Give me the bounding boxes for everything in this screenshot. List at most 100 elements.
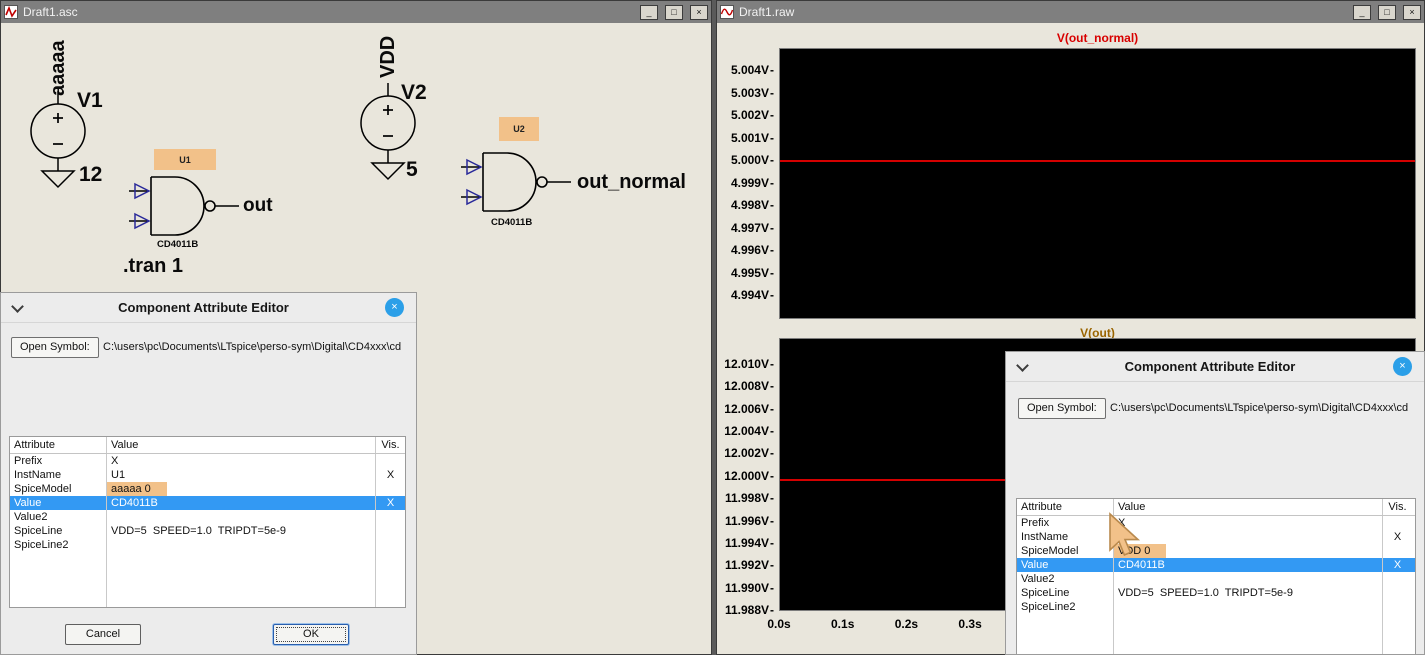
- attr-name: SpiceLine: [10, 524, 107, 538]
- attr-vis: X: [1393, 559, 1402, 571]
- table-row-value2[interactable]: Value2: [1017, 572, 1415, 586]
- attr-value-highlighted: aaaaa 0: [107, 482, 167, 496]
- attr-value: U1: [107, 468, 376, 482]
- waveform-titlebar[interactable]: Draft1.raw _ □ ×: [717, 1, 1424, 23]
- window-title: Draft1.asc: [23, 5, 78, 19]
- symbol-path: C:\users\pc\Documents\LTspice\perso-sym\…: [103, 341, 402, 353]
- attr-value: CD4011B: [107, 496, 376, 510]
- v2-value-label[interactable]: 5: [406, 158, 418, 182]
- attr-vis: [376, 538, 405, 552]
- dialog-close-button[interactable]: ×: [385, 298, 404, 317]
- u1-model-label[interactable]: CD4011B: [157, 239, 198, 250]
- out-normal-net-label[interactable]: out_normal: [577, 171, 686, 194]
- v1-net-label[interactable]: aaaaa: [47, 40, 70, 96]
- u2-designator: U2: [513, 124, 525, 134]
- y-tick: 5.002V: [731, 109, 774, 121]
- y-tick: 5.003V: [731, 87, 774, 99]
- attr-name: Value: [10, 496, 107, 510]
- open-symbol-button[interactable]: Open Symbol:: [1018, 398, 1106, 419]
- waveform-plot-pane1[interactable]: [779, 48, 1416, 319]
- waveform-close-button[interactable]: ×: [1403, 4, 1421, 20]
- schematic-maximize-button[interactable]: □: [665, 4, 683, 20]
- out-net-label[interactable]: out: [243, 195, 273, 217]
- column-header-vis: Vis.: [1388, 501, 1407, 513]
- dialog-titlebar[interactable]: Component Attribute Editor ×: [1006, 352, 1424, 382]
- schematic-close-button[interactable]: ×: [690, 4, 708, 20]
- u2-designator-box[interactable]: U2: [499, 117, 539, 141]
- attr-vis: [1383, 600, 1412, 614]
- attr-vis: [376, 454, 405, 468]
- schematic-titlebar[interactable]: Draft1.asc _ □ ×: [1, 1, 711, 23]
- table-row-prefix[interactable]: Prefix X: [1017, 516, 1415, 530]
- inversion-bubble-icon: [204, 200, 216, 212]
- nand-gate-u2[interactable]: [461, 145, 573, 220]
- attr-value: X: [1114, 516, 1383, 530]
- waveform-maximize-button[interactable]: □: [1378, 4, 1396, 20]
- y-tick: 11.996V: [725, 515, 774, 527]
- attr-value: [107, 510, 376, 524]
- y-tick: 12.002V: [724, 447, 774, 459]
- schematic-minimize-button[interactable]: _: [640, 4, 658, 20]
- table-row-spicemodel[interactable]: SpiceModel aaaaa 0: [10, 482, 405, 496]
- u1-designator: U1: [179, 154, 191, 165]
- y-tick: 5.001V: [731, 132, 774, 144]
- table-row-spiceline[interactable]: SpiceLine VDD=5 SPEED=1.0 TRIPDT=5e-9: [1017, 586, 1415, 600]
- attribute-table: Attribute Value Vis. Prefix X InstName U…: [1016, 498, 1416, 654]
- table-row-empty: [1017, 628, 1415, 642]
- dialog-titlebar[interactable]: Component Attribute Editor ×: [1, 293, 416, 323]
- ok-button[interactable]: OK: [273, 624, 349, 645]
- attribute-editor-dialog-u2: Component Attribute Editor × Open Symbol…: [1005, 351, 1425, 655]
- y-tick: 4.994V: [731, 289, 774, 301]
- window-title: Draft1.raw: [739, 5, 795, 19]
- v2-net-label[interactable]: VDD: [377, 36, 400, 78]
- table-row-instname[interactable]: InstName U2 X: [1017, 530, 1415, 544]
- attr-value: VDD=5 SPEED=1.0 TRIPDT=5e-9: [107, 524, 376, 538]
- voltage-source-icon: [30, 103, 86, 159]
- table-row-value2[interactable]: Value2: [10, 510, 405, 524]
- attr-value: [107, 538, 376, 552]
- y-tick: 5.000V: [731, 154, 774, 166]
- attr-value: U2: [1114, 530, 1383, 544]
- table-row-prefix[interactable]: Prefix X: [10, 454, 405, 468]
- column-header-attribute: Attribute: [10, 437, 107, 453]
- table-row-value-selected[interactable]: Value CD4011B X: [10, 496, 405, 510]
- table-row-empty: [10, 594, 405, 607]
- table-row-spicemodel[interactable]: SpiceModel VDD 0: [1017, 544, 1415, 558]
- attr-name: SpiceLine2: [1017, 600, 1114, 614]
- symbol-path: C:\users\pc\Documents\LTspice\perso-sym\…: [1110, 402, 1409, 414]
- ground-icon: [40, 170, 76, 189]
- attribute-editor-dialog-u1: Component Attribute Editor × Open Symbol…: [0, 292, 417, 655]
- attr-name: Value2: [1017, 572, 1114, 586]
- attr-vis: [376, 482, 405, 496]
- inversion-bubble-icon: [536, 176, 548, 188]
- voltage-source-icon: [360, 95, 416, 151]
- open-symbol-button[interactable]: Open Symbol:: [11, 337, 99, 358]
- attr-vis: [1383, 516, 1412, 530]
- screen: Draft1.asc _ □ × aaaaa V1 12 U1 out CD40…: [0, 0, 1425, 655]
- column-header-value: Value: [1114, 499, 1383, 515]
- table-row-spiceline[interactable]: SpiceLine VDD=5 SPEED=1.0 TRIPDT=5e-9: [10, 524, 405, 538]
- cancel-button[interactable]: Cancel: [65, 624, 141, 645]
- dialog-close-button[interactable]: ×: [1393, 357, 1412, 376]
- nand-gate-u1[interactable]: [129, 169, 241, 244]
- attr-name: Prefix: [1017, 516, 1114, 530]
- table-row-instname[interactable]: InstName U1 X: [10, 468, 405, 482]
- table-row-value-selected[interactable]: Value CD4011B X: [1017, 558, 1415, 572]
- attr-name: InstName: [1017, 530, 1114, 544]
- v1-value-label[interactable]: 12: [79, 163, 102, 187]
- attr-name: Prefix: [10, 454, 107, 468]
- trace-label-out-normal[interactable]: V(out_normal): [779, 31, 1416, 45]
- y-tick: 11.998V: [725, 492, 774, 504]
- table-row-empty: [1017, 642, 1415, 654]
- table-row-spiceline2[interactable]: SpiceLine2: [1017, 600, 1415, 614]
- dialog-title: Component Attribute Editor: [118, 300, 289, 315]
- u2-model-label[interactable]: CD4011B: [491, 217, 532, 228]
- spice-directive[interactable]: .tran 1: [123, 255, 183, 278]
- y-tick: 4.995V: [731, 267, 774, 279]
- table-row-spiceline2[interactable]: SpiceLine2: [10, 538, 405, 552]
- trace-line-out-normal: [780, 160, 1415, 162]
- u1-designator-box[interactable]: U1: [154, 149, 216, 170]
- attr-value: X: [107, 454, 376, 468]
- column-header-attribute: Attribute: [1017, 499, 1114, 515]
- waveform-minimize-button[interactable]: _: [1353, 4, 1371, 20]
